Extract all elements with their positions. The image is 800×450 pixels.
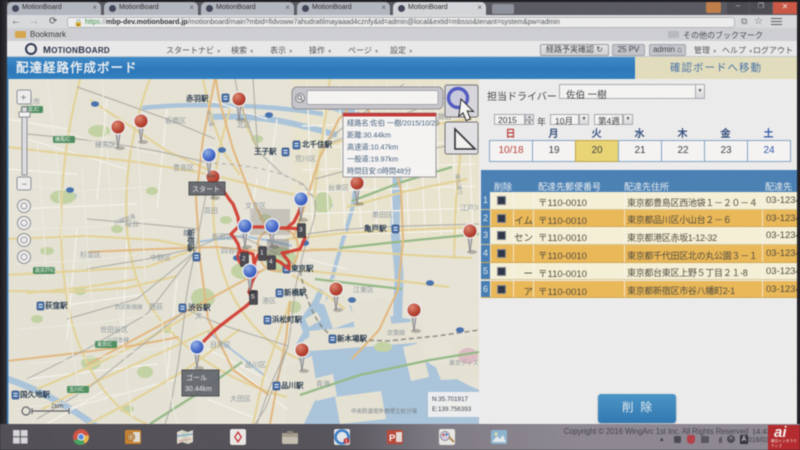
svg-text:新橋駅: 新橋駅	[284, 287, 307, 297]
svg-text:中野区: 中野区	[150, 253, 171, 262]
svg-text:玉川IC: 玉川IC	[69, 387, 84, 393]
svg-text:京葉線: 京葉線	[387, 329, 405, 337]
svg-text:距離:30.44km: 距離:30.44km	[347, 131, 391, 140]
svg-text:練馬区: 練馬区	[95, 140, 116, 149]
svg-text:中央防波堤外側埋立処分場: 中央防波堤外側埋立処分場	[351, 407, 418, 415]
svg-text:台東区: 台東区	[328, 183, 349, 192]
svg-text:品川駅: 品川駅	[281, 381, 304, 390]
svg-text:亀戸駅: 亀戸駅	[364, 223, 387, 233]
svg-text:杉並区: 杉並区	[80, 250, 101, 259]
svg-text:墨田区: 墨田区	[372, 211, 393, 219]
svg-text:北区: 北区	[237, 121, 251, 129]
svg-text:北千住駅: 北千住駅	[302, 139, 332, 149]
svg-text:都庁: 都庁	[183, 228, 197, 237]
svg-text:渋谷駅: 渋谷駅	[188, 302, 211, 312]
svg-text:品川区: 品川区	[245, 361, 266, 369]
svg-text:練馬IC: 練馬IC	[55, 136, 70, 143]
svg-text:一般道:19.97km: 一般道:19.97km	[347, 155, 398, 164]
svg-text:赤羽駅: 赤羽駅	[186, 93, 209, 103]
svg-text:4: 4	[269, 259, 273, 266]
svg-text:ゴール: ゴール	[186, 373, 207, 382]
svg-text:2km: 2km	[51, 403, 63, 410]
svg-text:1: 1	[260, 250, 264, 257]
svg-text:東京ディズニ: 東京ディズニ	[449, 359, 479, 367]
svg-text:西武新宿線: 西武新宿線	[115, 303, 143, 311]
svg-text:高速道:10.47km: 高速道:10.47km	[347, 143, 398, 152]
svg-text:世田谷区: 世田谷区	[100, 325, 128, 334]
svg-text:時間目安:0時間48分: 時間目安:0時間48分	[347, 167, 411, 176]
svg-text:浜松町駅: 浜松町駅	[272, 314, 302, 324]
svg-text:5: 5	[251, 294, 255, 301]
svg-text:江戸川: 江戸川	[460, 204, 479, 212]
svg-text:青海: 青海	[316, 379, 330, 388]
svg-text:2: 2	[242, 256, 246, 263]
svg-text:高井戸IC: 高井戸IC	[35, 267, 55, 274]
svg-text:スタート: スタート	[192, 185, 220, 194]
svg-text:P: P	[389, 433, 396, 444]
svg-text:東京IC: 東京IC	[97, 341, 112, 348]
svg-text:板橋区: 板橋区	[165, 116, 186, 125]
svg-text:N:35.701917: N:35.701917	[432, 396, 469, 403]
svg-text:荻窪駅: 荻窪駅	[45, 300, 68, 310]
svg-text:荒川区: 荒川区	[295, 154, 316, 163]
svg-text:文京区: 文京区	[245, 201, 266, 210]
svg-text:大田区: 大田区	[230, 394, 251, 403]
svg-text:国久地駅: 国久地駅	[20, 389, 50, 399]
svg-text:30.44km: 30.44km	[185, 386, 212, 393]
svg-text:目黒区: 目黒区	[210, 341, 231, 349]
svg-text:文: 文	[195, 311, 202, 320]
svg-text:西荻: 西荻	[149, 302, 163, 311]
svg-text:高田: 高田	[204, 206, 218, 215]
svg-text:E:139.756393: E:139.756393	[432, 406, 472, 413]
svg-text:江東区: 江東区	[353, 285, 374, 294]
svg-text:−: −	[22, 180, 28, 191]
svg-text:豊島区: 豊島区	[173, 163, 194, 172]
svg-text:港区: 港区	[262, 296, 276, 305]
svg-text:経路名:佐伯 一樹/2015/10/20: 経路名:佐伯 一樹/2015/10/20	[347, 119, 439, 128]
svg-text:新木場駅: 新木場駅	[337, 333, 367, 343]
svg-text:1: 1	[345, 439, 348, 445]
svg-text:東京駅: 東京駅	[291, 263, 314, 273]
svg-text:3: 3	[299, 227, 303, 234]
svg-text:王子駅: 王子駅	[254, 147, 277, 156]
svg-text:+: +	[21, 93, 27, 104]
